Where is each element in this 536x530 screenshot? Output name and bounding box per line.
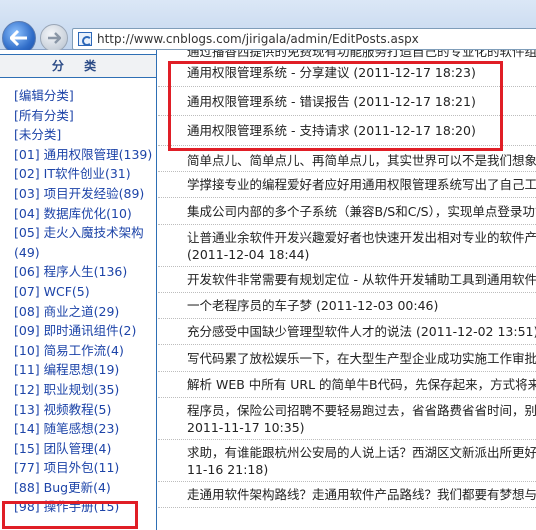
category-link[interactable]: [07] WCF(5) (14, 284, 90, 299)
category-link[interactable]: [08] 商业之道(29) (14, 304, 119, 319)
category-link[interactable]: [10] 简易工作流(4) (14, 343, 124, 358)
category-link[interactable]: [04] 数据库优化(10) (14, 206, 132, 221)
back-arrow-icon (10, 30, 27, 46)
category-item[interactable]: [77] 项目外包(11) (14, 458, 156, 478)
category-link[interactable]: [编辑分类] (14, 88, 74, 103)
category-link[interactable]: [77] 项目外包(11) (14, 460, 119, 475)
forward-button[interactable] (40, 24, 68, 52)
category-item[interactable]: [06] 程序人生(136) (14, 262, 156, 282)
category-link[interactable]: [15] 团队管理(4) (14, 441, 111, 456)
category-item[interactable]: [09] 即时通讯组件(2) (14, 321, 156, 341)
browser-toolbar: http://www.cnblogs.com/jirigala/admin/Ed… (0, 0, 536, 55)
category-link[interactable]: [88] Bug更新(4) (14, 480, 111, 495)
address-bar[interactable]: http://www.cnblogs.com/jirigala/admin/Ed… (72, 28, 536, 50)
post-item[interactable]: 充分感受中国缺少管理型软件人才的说法 (2011-12-02 13:51) (158, 319, 536, 345)
address-url[interactable]: http://www.cnblogs.com/jirigala/admin/Ed… (97, 32, 419, 46)
post-item[interactable]: 一个老程序员的车子梦 (2011-12-03 00:46) (158, 293, 536, 319)
category-item[interactable]: [02] IT软件创业(31) (14, 164, 156, 184)
category-item[interactable]: [所有分类] (14, 106, 156, 126)
category-link[interactable]: [06] 程序人生(136) (14, 264, 127, 279)
category-item[interactable]: [13] 视频教程(5) (14, 400, 156, 420)
category-item[interactable]: [编辑分类] (14, 86, 156, 106)
category-link[interactable]: [13] 视频教程(5) (14, 402, 111, 417)
post-title[interactable]: 一个老程序员的车子梦 (2011-12-03 00:46) (187, 298, 438, 313)
post-item[interactable]: 开发软件非常需要有规划定位 - 从软件开发辅助工具到通用软件产品 (158, 267, 536, 293)
post-item[interactable]: 走通用软件架构路线？走通用软件产品路线？我们都要有梦想与方向 (158, 482, 536, 508)
category-item[interactable]: [04] 数据库优化(10) (14, 204, 156, 224)
post-title[interactable]: 让普通业余软件开发兴趣爱好者也快速开发出相对专业的软件产品 (2011-12-0… (187, 229, 536, 263)
post-item[interactable]: 求助，有谁能跟杭州公安局的人说上话？西湖区文新派出所更好，2011-11-16 … (158, 440, 536, 482)
forward-arrow-icon (48, 32, 61, 44)
post-title[interactable]: 程序员，保险公司招聘不要轻易跑过去，省省路费省省时间，别浪费 2011-11-1… (187, 402, 536, 436)
post-title[interactable]: 简单点儿、简单点儿、再简单点儿，其实世界可以不是我们想象的那么复杂 (187, 153, 536, 168)
post-title[interactable]: 求助，有谁能跟杭州公安局的人说上话？西湖区文新派出所更好，2011-11-16 … (187, 444, 536, 478)
category-item[interactable]: [88] Bug更新(4) (14, 478, 156, 498)
category-link[interactable]: [14] 随笔感想(23) (14, 421, 119, 436)
post-item[interactable]: 让普通业余软件开发兴趣爱好者也快速开发出相对专业的软件产品 (2011-12-0… (158, 225, 536, 267)
post-title[interactable]: 走通用软件架构路线？走通用软件产品路线？我们都要有梦想与方向 (187, 487, 536, 502)
category-item[interactable]: [07] WCF(5) (14, 282, 156, 302)
post-item[interactable]: 解析 WEB 中所有 URL 的简单牛B代码，先保存起来，方式将来找 (158, 372, 536, 398)
post-item[interactable]: 写代码累了放松娱乐一下，在大型生产型企业成功实施工作审批流 (158, 345, 536, 372)
post-title[interactable]: 开发软件非常需要有规划定位 - 从软件开发辅助工具到通用软件产品 (187, 272, 536, 287)
category-link[interactable]: [11] 编程思想(19) (14, 362, 119, 377)
category-item[interactable]: [03] 项目开发经验(89) (14, 184, 156, 204)
category-item[interactable]: [05] 走火入魔技术架构(49) (14, 223, 154, 262)
page-favicon-icon (78, 32, 92, 46)
category-list: [编辑分类] [所有分类] [未分类] [01] 通用权限管理(139) [02… (0, 78, 156, 517)
category-link[interactable]: [03] 项目开发经验(89) (14, 186, 144, 201)
category-item[interactable]: [未分类] (14, 125, 156, 145)
highlight-box-operation-manual (2, 501, 138, 529)
category-item[interactable]: [14] 随笔感想(23) (14, 419, 156, 439)
category-item[interactable]: [01] 通用权限管理(139) (14, 145, 154, 165)
post-title[interactable]: 充分感受中国缺少管理型软件人才的说法 (2011-12-02 13:51) (187, 324, 536, 339)
category-item[interactable]: [10] 简易工作流(4) (14, 341, 156, 361)
category-sidebar: 分 类 [编辑分类] [所有分类] [未分类] [01] 通用权限管理(139)… (0, 50, 157, 530)
category-link[interactable]: [所有分类] (14, 108, 74, 123)
category-link[interactable]: [01] 通用权限管理(139) (14, 147, 152, 162)
category-header: 分 类 (0, 54, 156, 78)
post-item[interactable]: 学撑接专业的编程爱好者应好用通用权限管理系统写出了自己工作流 (158, 172, 536, 198)
post-item[interactable]: 集成公司内部的多个子系统（兼容B/S和C/S），实现单点登录功能 (158, 198, 536, 225)
category-item[interactable]: [11] 编程思想(19) (14, 360, 156, 380)
post-title[interactable]: 集成公司内部的多个子系统（兼容B/S和C/S），实现单点登录功能 (187, 204, 536, 219)
post-list-panel: 通过播香西提供的免费现有功能服务打造自己的专业化的软件组件 通用权限管理系统 -… (158, 50, 536, 530)
highlight-box-system-posts (168, 61, 503, 151)
post-title[interactable]: 解析 WEB 中所有 URL 的简单牛B代码，先保存起来，方式将来找 (187, 377, 536, 392)
post-item[interactable]: 程序员，保险公司招聘不要轻易跑过去，省省路费省省时间，别浪费 2011-11-1… (158, 398, 536, 440)
category-item[interactable]: [08] 商业之道(29) (14, 302, 156, 322)
category-link[interactable]: [02] IT软件创业(31) (14, 166, 131, 181)
post-title[interactable]: 写代码累了放松娱乐一下，在大型生产型企业成功实施工作审批流 (187, 351, 536, 366)
post-item-cutoff: 通过播香西提供的免费现有功能服务打造自己的专业化的软件组件 (187, 50, 536, 58)
category-link[interactable]: [12] 职业规划(35) (14, 382, 119, 397)
category-item[interactable]: [15] 团队管理(4) (14, 439, 156, 459)
post-title[interactable]: 学撑接专业的编程爱好者应好用通用权限管理系统写出了自己工作流 (187, 177, 536, 192)
category-item[interactable]: [12] 职业规划(35) (14, 380, 156, 400)
category-link[interactable]: [09] 即时通讯组件(2) (14, 323, 136, 338)
category-link[interactable]: [05] 走火入魔技术架构(49) (14, 225, 144, 260)
category-link[interactable]: [未分类] (14, 127, 61, 142)
